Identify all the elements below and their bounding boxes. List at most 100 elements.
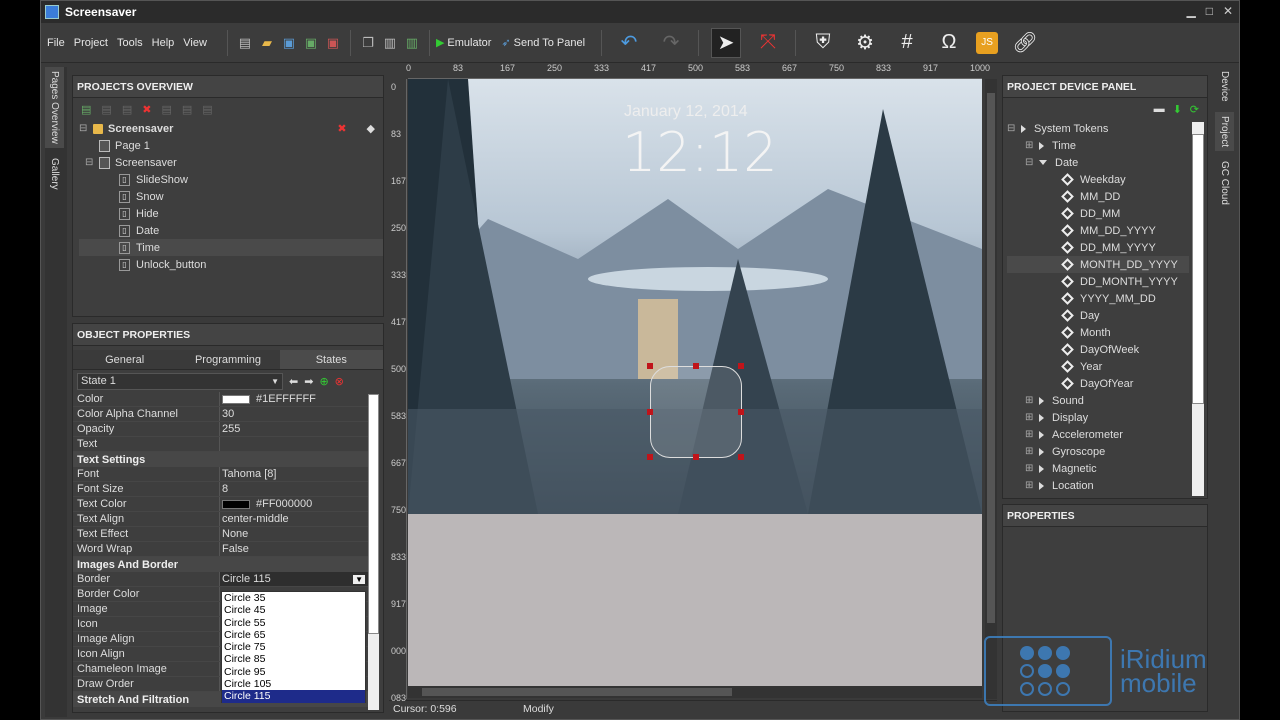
unlock-button[interactable] bbox=[650, 366, 742, 458]
undo-icon[interactable]: ↶ bbox=[614, 28, 644, 58]
tree-group[interactable]: ⊟ Date bbox=[1007, 154, 1189, 171]
tree-item[interactable]: ▯ Snow bbox=[79, 188, 383, 205]
save-icon[interactable]: ▣ bbox=[280, 34, 298, 52]
chevron-down-icon[interactable]: ▼ bbox=[353, 574, 365, 584]
token-item[interactable]: Month bbox=[1007, 324, 1189, 341]
dropdown-option[interactable]: Circle 105 bbox=[222, 678, 365, 690]
dropdown-option[interactable]: Circle 65 bbox=[222, 629, 365, 641]
resize-handle[interactable] bbox=[647, 409, 653, 415]
tree-group[interactable]: ⊞ Gyroscope bbox=[1007, 443, 1189, 460]
prop-row[interactable]: Word Wrap False bbox=[73, 542, 369, 557]
grid-icon[interactable]: # bbox=[892, 28, 922, 58]
tab-project[interactable]: Project bbox=[1215, 111, 1234, 151]
tree-item[interactable]: ▯ Time bbox=[79, 239, 383, 256]
close-project-icon[interactable]: ▣ bbox=[324, 34, 342, 52]
resize-handle[interactable] bbox=[738, 454, 744, 460]
tree-system-tokens[interactable]: ⊟ System Tokens bbox=[1007, 120, 1189, 137]
resize-handle[interactable] bbox=[738, 363, 744, 369]
tab-device[interactable]: Device bbox=[1215, 67, 1234, 106]
link-icon[interactable]: 🔗︎ bbox=[1010, 28, 1040, 58]
tree-group[interactable]: ⊞ Accelerometer bbox=[1007, 426, 1189, 443]
arrow-right-icon[interactable]: ➡ bbox=[304, 375, 313, 388]
section-images-border[interactable]: Images And Border bbox=[73, 557, 369, 572]
canvas-time-text[interactable]: 12:12 bbox=[622, 121, 778, 184]
keyboard-icon[interactable]: ▬ bbox=[1154, 103, 1165, 115]
token-item[interactable]: Year bbox=[1007, 358, 1189, 375]
tree-item[interactable]: ▯ SlideShow bbox=[79, 171, 383, 188]
dropdown-option[interactable]: Circle 35 bbox=[222, 592, 365, 604]
arrow-left-icon[interactable]: ⬅ bbox=[289, 375, 298, 388]
download-icon[interactable]: ⬇ bbox=[1173, 103, 1182, 116]
add-page-icon[interactable]: ▤ bbox=[81, 103, 91, 116]
redo-icon[interactable]: ↷ bbox=[656, 28, 686, 58]
js-editor-icon[interactable]: JS bbox=[976, 31, 999, 54]
tab-gc-cloud[interactable]: GC Cloud bbox=[1215, 157, 1234, 209]
tree-item[interactable]: ▯ Hide bbox=[79, 205, 383, 222]
resize-handle[interactable] bbox=[693, 363, 699, 369]
canvas-empty-area[interactable] bbox=[408, 514, 982, 686]
dropdown-option[interactable]: Circle 85 bbox=[222, 653, 365, 665]
properties-icon[interactable]: ▤ bbox=[202, 103, 212, 116]
prop-row[interactable]: Color Alpha Channel 30 bbox=[73, 407, 369, 422]
canvas-horizontal-scrollbar[interactable] bbox=[408, 686, 982, 698]
tree-project-root[interactable]: ⊟ Screensaver ✖ ◆ bbox=[79, 120, 383, 137]
canvas-background-image[interactable]: January 12, 2014 12:12 bbox=[408, 79, 982, 514]
token-item[interactable]: DD_MM bbox=[1007, 205, 1189, 222]
duplicate-icon[interactable]: ▤ bbox=[122, 103, 132, 116]
tree-group[interactable]: ⊞ Time bbox=[1007, 137, 1189, 154]
tree-page[interactable]: ⊟ Screensaver bbox=[79, 154, 383, 171]
pin-icon[interactable]: ◆ bbox=[367, 122, 375, 135]
send-to-panel-button[interactable]: ➶ Send To Panel bbox=[501, 36, 585, 50]
minimize-icon[interactable]: ▁ bbox=[1186, 4, 1195, 18]
resize-handle[interactable] bbox=[693, 454, 699, 460]
tab-gallery[interactable]: Gallery bbox=[45, 154, 64, 194]
maximize-icon[interactable]: □ bbox=[1206, 4, 1213, 18]
transform-tool-icon[interactable]: ⤧ bbox=[753, 28, 783, 58]
tree-item[interactable]: ▯ Unlock_button bbox=[79, 256, 383, 273]
refresh-icon[interactable]: ⟳ bbox=[1190, 103, 1199, 116]
tab-pages-overview[interactable]: Pages Overview bbox=[45, 67, 64, 148]
token-item[interactable]: MM_DD bbox=[1007, 188, 1189, 205]
paste-icon[interactable]: ▥ bbox=[381, 34, 399, 52]
token-item[interactable]: DayOfYear bbox=[1007, 375, 1189, 392]
open-folder-icon[interactable]: ▰ bbox=[258, 34, 276, 52]
prop-row[interactable]: Opacity 255 bbox=[73, 422, 369, 437]
tab-programming[interactable]: Programming bbox=[176, 350, 279, 369]
remove-icon[interactable]: ✖ bbox=[337, 122, 346, 135]
delete-state-icon[interactable]: ⊗ bbox=[335, 375, 344, 388]
prop-row[interactable]: Color #1EFFFFFF bbox=[73, 392, 369, 407]
prop-row[interactable]: Border Circle 115 ▼ bbox=[73, 572, 369, 587]
canvas-date-text[interactable]: January 12, 2014 bbox=[624, 103, 748, 121]
resize-handle[interactable] bbox=[738, 409, 744, 415]
menu-project[interactable]: Project bbox=[74, 37, 108, 49]
token-item[interactable]: DD_MONTH_YYYY bbox=[1007, 273, 1189, 290]
dropdown-option[interactable]: Circle 75 bbox=[222, 641, 365, 653]
token-item[interactable]: Weekday bbox=[1007, 171, 1189, 188]
move-up-icon[interactable]: ▤ bbox=[161, 103, 171, 116]
prop-row[interactable]: Text Effect None bbox=[73, 527, 369, 542]
dropdown-option[interactable]: Circle 95 bbox=[222, 666, 365, 678]
tree-item[interactable]: ▯ Date bbox=[79, 222, 383, 239]
add-state-icon[interactable]: ⊕ bbox=[319, 375, 328, 388]
state-select[interactable]: State 1 ▼ bbox=[77, 372, 283, 390]
token-item-selected[interactable]: MONTH_DD_YYYY bbox=[1007, 256, 1189, 273]
pointer-tool-icon[interactable]: ➤ bbox=[711, 27, 742, 58]
token-item[interactable]: Day bbox=[1007, 307, 1189, 324]
prop-row[interactable]: Font Tahoma [8] bbox=[73, 467, 369, 482]
menu-tools[interactable]: Tools bbox=[117, 37, 143, 49]
prop-row[interactable]: Text Align center-middle bbox=[73, 512, 369, 527]
token-item[interactable]: MM_DD_YYYY bbox=[1007, 222, 1189, 239]
prop-row[interactable]: Text bbox=[73, 437, 369, 452]
emulator-button[interactable]: ▶ Emulator bbox=[436, 36, 492, 50]
tree-group[interactable]: ⊞ Display bbox=[1007, 409, 1189, 426]
props-scrollbar[interactable] bbox=[368, 394, 379, 710]
dropdown-option[interactable]: Circle 55 bbox=[222, 617, 365, 629]
tab-general[interactable]: General bbox=[73, 350, 176, 369]
resize-handle[interactable] bbox=[647, 363, 653, 369]
tree-group[interactable]: ⊞ Magnetic bbox=[1007, 460, 1189, 477]
tab-states[interactable]: States bbox=[279, 350, 383, 369]
settings-icon[interactable]: ⚙ bbox=[850, 28, 880, 58]
new-project-icon[interactable]: ▤ bbox=[236, 34, 254, 52]
add-popup-icon[interactable]: ▤ bbox=[101, 103, 111, 116]
menu-view[interactable]: View bbox=[183, 37, 207, 49]
